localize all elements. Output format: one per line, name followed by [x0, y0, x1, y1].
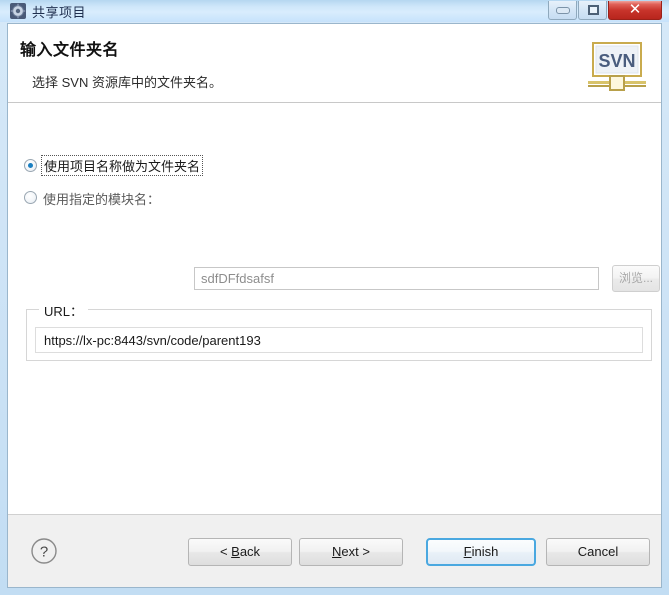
browse-button[interactable]: 浏览... [612, 265, 660, 292]
module-name-input[interactable]: sdfDFfdsafsf [194, 267, 599, 290]
radio-indicator-unchecked[interactable] [24, 191, 37, 204]
svn-share-icon [10, 3, 26, 19]
title-bar[interactable]: 共享项目 ✕ [0, 0, 669, 22]
maximize-icon [588, 5, 599, 15]
maximize-button[interactable] [578, 1, 607, 20]
wizard-header: 输入文件夹名 选择 SVN 资源库中的文件夹名。 SVN [8, 24, 661, 103]
radio-label-use-project-name: 使用项目名称做为文件夹名 [41, 155, 204, 176]
minimize-icon [556, 7, 570, 14]
url-group-box: URL： https://lx-pc:8443/svn/code/parent1… [26, 301, 652, 361]
close-icon: ✕ [628, 1, 642, 18]
back-button[interactable]: < Back [188, 538, 292, 566]
finish-button[interactable]: Finish [426, 538, 536, 566]
dialog-footer: ? < Back Next > Finish Cancel [8, 514, 661, 587]
page-description: 选择 SVN 资源库中的文件夹名。 [32, 75, 222, 90]
svg-text:?: ? [40, 544, 48, 561]
minimize-button[interactable] [548, 1, 577, 20]
help-icon[interactable]: ? [30, 537, 58, 565]
dialog-window: 共享项目 ✕ 输入文件夹名 选择 SVN 资源库中的文件夹名。 SVN 使用项目… [0, 0, 669, 595]
url-value-field[interactable]: https://lx-pc:8443/svn/code/parent193 [35, 327, 643, 353]
wizard-body: 使用项目名称做为文件夹名 使用指定的模块名： sdfDFfdsafsf 浏览..… [8, 104, 661, 514]
window-title: 共享项目 [32, 5, 87, 20]
cancel-button[interactable]: Cancel [546, 538, 650, 566]
dialog-client-area: 输入文件夹名 选择 SVN 资源库中的文件夹名。 SVN 使用项目名称做为文件夹… [7, 23, 662, 588]
svg-text:SVN: SVN [598, 51, 635, 71]
close-button[interactable]: ✕ [608, 1, 662, 20]
page-title: 输入文件夹名 [20, 42, 120, 59]
svn-logo: SVN [588, 42, 646, 91]
radio-label-use-specified-module: 使用指定的模块名： [43, 192, 161, 207]
radio-indicator-checked[interactable] [24, 159, 37, 172]
url-label: URL： [39, 301, 89, 320]
next-button[interactable]: Next > [299, 538, 403, 566]
